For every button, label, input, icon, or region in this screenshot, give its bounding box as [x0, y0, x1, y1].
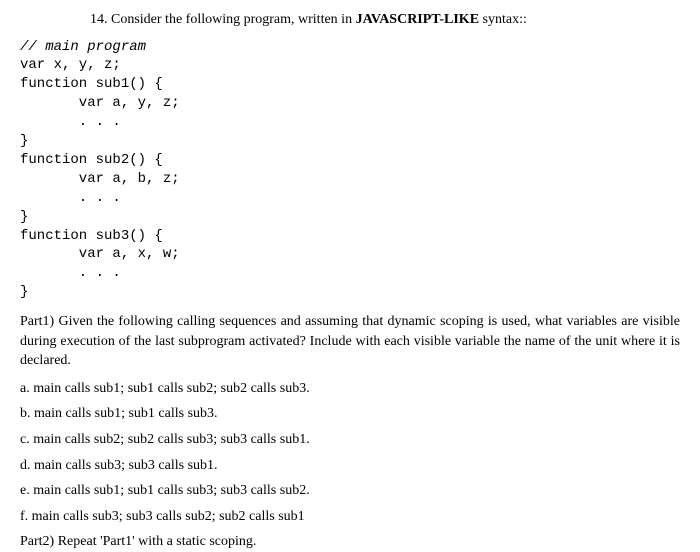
- question-number: 14.: [90, 12, 108, 27]
- question-intro: 14. Consider the following program, writ…: [20, 10, 680, 30]
- code-line: }: [20, 209, 28, 225]
- code-line: }: [20, 133, 28, 149]
- code-line: function sub3() {: [20, 228, 163, 244]
- code-line: }: [20, 284, 28, 300]
- calling-sequence-list: a. main calls sub1; sub1 calls sub2; sub…: [20, 379, 680, 527]
- list-item: c. main calls sub2; sub2 calls sub3; sub…: [20, 430, 680, 450]
- part2-text: Part2) Repeat 'Part1' with a static scop…: [20, 532, 680, 552]
- list-item: f. main calls sub3; sub3 calls sub2; sub…: [20, 507, 680, 527]
- code-line: function sub2() {: [20, 152, 163, 168]
- list-item: b. main calls sub1; sub1 calls sub3.: [20, 404, 680, 424]
- code-comment: // main program: [20, 39, 146, 55]
- intro-text-after: syntax::: [479, 12, 527, 27]
- code-line: var a, x, w;: [20, 246, 180, 262]
- code-line: var a, b, z;: [20, 171, 180, 187]
- list-item: d. main calls sub3; sub3 calls sub1.: [20, 456, 680, 476]
- intro-text-before: Consider the following program, written …: [108, 12, 356, 27]
- code-line: var x, y, z;: [20, 57, 121, 73]
- bold-syntax-name: JAVASCRIPT-LIKE: [356, 12, 479, 27]
- code-block: // main program var x, y, z; function su…: [20, 38, 680, 302]
- code-line: function sub1() {: [20, 76, 163, 92]
- code-line: var a, y, z;: [20, 95, 180, 111]
- code-line: . . .: [20, 190, 121, 206]
- part1-text: Part1) Given the following calling seque…: [20, 312, 680, 371]
- code-line: . . .: [20, 265, 121, 281]
- code-line: . . .: [20, 114, 121, 130]
- list-item: a. main calls sub1; sub1 calls sub2; sub…: [20, 379, 680, 399]
- list-item: e. main calls sub1; sub1 calls sub3; sub…: [20, 481, 680, 501]
